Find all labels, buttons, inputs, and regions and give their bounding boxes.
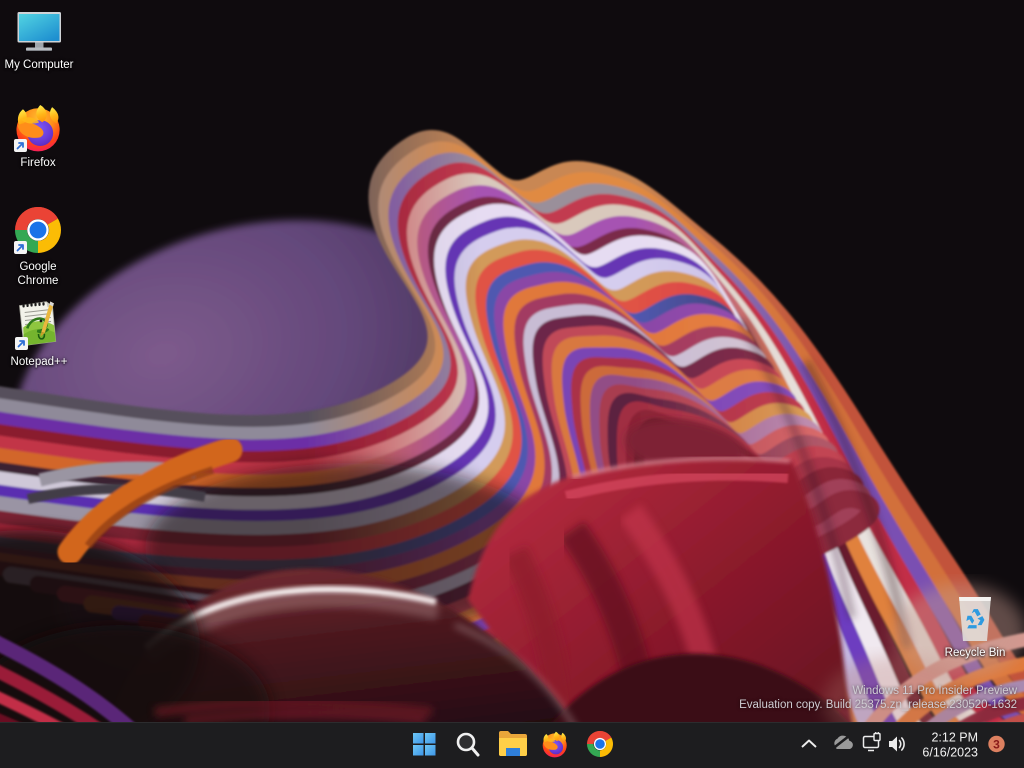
svg-text:3: 3: [993, 738, 1000, 752]
svg-text:2:12 PM: 2:12 PM: [931, 731, 978, 745]
svg-text:6/16/2023: 6/16/2023: [922, 746, 978, 760]
